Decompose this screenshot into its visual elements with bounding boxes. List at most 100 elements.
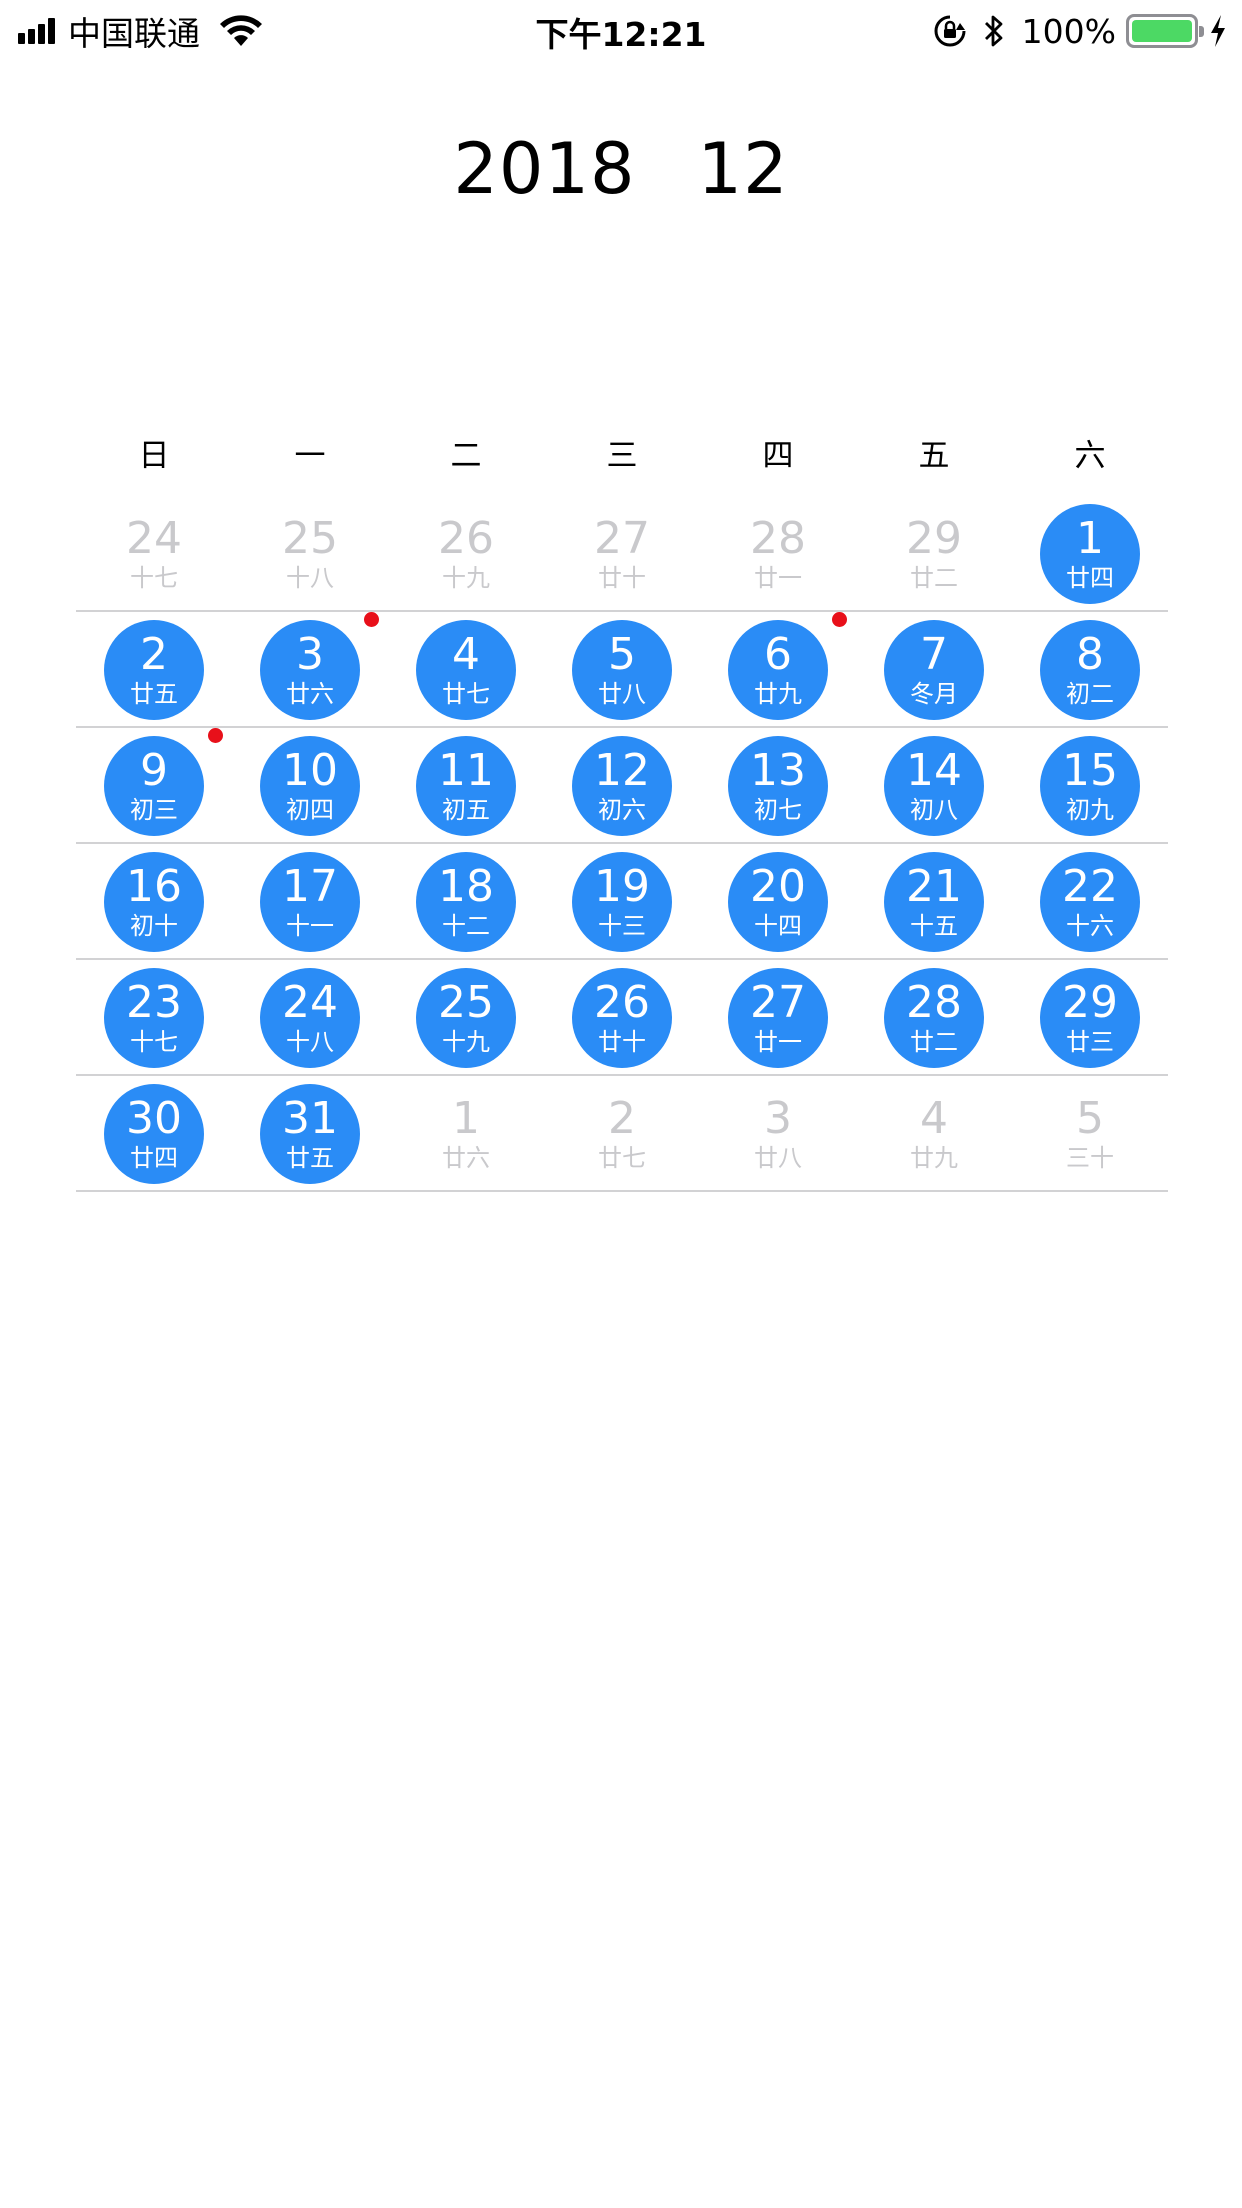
day-cell[interactable]: 3 廿六 — [232, 612, 388, 726]
lunar-date: 廿二 — [910, 564, 958, 592]
lunar-date: 廿五 — [130, 680, 178, 708]
day-cell[interactable]: 17 十一 — [232, 844, 388, 958]
day-cell[interactable]: 31 廿五 — [232, 1076, 388, 1190]
day-cell[interactable]: 4 廿七 — [388, 612, 544, 726]
day-number: 20 — [750, 861, 806, 912]
day-cell[interactable]: 12 初六 — [544, 728, 700, 842]
adjacent-month-day-cell[interactable]: 24 十七 — [76, 496, 232, 610]
lunar-date: 十八 — [286, 564, 334, 592]
lunar-date: 初四 — [286, 796, 334, 824]
status-bar: 中国联通 下午12:21 100% — [0, 0, 1242, 62]
adjacent-month-day-cell[interactable]: 1 廿六 — [388, 1076, 544, 1190]
day-number: 17 — [282, 861, 338, 912]
lunar-date: 初三 — [130, 796, 178, 824]
adjacent-month-day-cell[interactable]: 26 十九 — [388, 496, 544, 610]
day-content: 5 三十 — [1040, 1084, 1140, 1184]
day-cell[interactable]: 5 廿八 — [544, 612, 700, 726]
day-number: 13 — [750, 745, 806, 796]
lunar-date: 十四 — [754, 912, 802, 940]
day-cell[interactable]: 6 廿九 — [700, 612, 856, 726]
adjacent-month-day-cell[interactable]: 29 廿二 — [856, 496, 1012, 610]
day-content: 25 十八 — [260, 504, 360, 604]
lunar-date: 初二 — [1066, 680, 1114, 708]
lunar-date: 十六 — [1066, 912, 1114, 940]
day-circle: 10 初四 — [260, 736, 360, 836]
day-content: 24 十七 — [104, 504, 204, 604]
day-cell[interactable]: 11 初五 — [388, 728, 544, 842]
day-circle: 20 十四 — [728, 852, 828, 952]
adjacent-month-day-cell[interactable]: 3 廿八 — [700, 1076, 856, 1190]
lunar-date: 廿四 — [130, 1144, 178, 1172]
day-cell[interactable]: 10 初四 — [232, 728, 388, 842]
day-cell[interactable]: 23 十七 — [76, 960, 232, 1074]
day-circle: 8 初二 — [1040, 620, 1140, 720]
day-circle: 5 廿八 — [572, 620, 672, 720]
lunar-date: 三十 — [1066, 1144, 1114, 1172]
day-cell[interactable]: 1 廿四 — [1012, 496, 1168, 610]
day-number: 26 — [594, 977, 650, 1028]
day-number: 3 — [296, 629, 324, 680]
day-number: 19 — [594, 861, 650, 912]
bluetooth-icon — [984, 15, 1003, 47]
adjacent-month-day-cell[interactable]: 4 廿九 — [856, 1076, 1012, 1190]
lunar-date: 初五 — [442, 796, 490, 824]
lunar-date: 廿十 — [598, 564, 646, 592]
adjacent-month-day-cell[interactable]: 2 廿七 — [544, 1076, 700, 1190]
lunar-date: 十一 — [286, 912, 334, 940]
week-row: 24 十七 25 十八 26 十九 27 廿十 28 廿一 29 廿二 1 廿四 — [76, 496, 1168, 612]
day-cell[interactable]: 29 廿三 — [1012, 960, 1168, 1074]
day-cell[interactable]: 18 十二 — [388, 844, 544, 958]
battery-level-fill — [1132, 20, 1192, 42]
day-number: 21 — [906, 861, 962, 912]
day-circle: 16 初十 — [104, 852, 204, 952]
day-cell[interactable]: 26 廿十 — [544, 960, 700, 1074]
day-cell[interactable]: 7 冬月 — [856, 612, 1012, 726]
day-cell[interactable]: 22 十六 — [1012, 844, 1168, 958]
day-cell[interactable]: 19 十三 — [544, 844, 700, 958]
day-circle: 15 初九 — [1040, 736, 1140, 836]
day-cell[interactable]: 20 十四 — [700, 844, 856, 958]
adjacent-month-day-cell[interactable]: 27 廿十 — [544, 496, 700, 610]
day-cell[interactable]: 15 初九 — [1012, 728, 1168, 842]
day-cell[interactable]: 25 十九 — [388, 960, 544, 1074]
day-number: 5 — [608, 629, 636, 680]
day-cell[interactable]: 24 十八 — [232, 960, 388, 1074]
lunar-date: 廿八 — [754, 1144, 802, 1172]
day-cell[interactable]: 8 初二 — [1012, 612, 1168, 726]
lunar-date: 廿九 — [754, 680, 802, 708]
day-number: 29 — [1062, 977, 1118, 1028]
day-cell[interactable]: 9 初三 — [76, 728, 232, 842]
weekday-tue: 二 — [450, 438, 482, 474]
day-cell[interactable]: 16 初十 — [76, 844, 232, 958]
day-number: 24 — [126, 513, 182, 564]
day-cell[interactable]: 30 廿四 — [76, 1076, 232, 1190]
day-number: 27 — [750, 977, 806, 1028]
lunar-date: 十七 — [130, 1028, 178, 1056]
day-circle: 12 初六 — [572, 736, 672, 836]
adjacent-month-day-cell[interactable]: 5 三十 — [1012, 1076, 1168, 1190]
day-content: 4 廿九 — [884, 1084, 984, 1184]
day-cell[interactable]: 21 十五 — [856, 844, 1012, 958]
day-circle: 21 十五 — [884, 852, 984, 952]
lunar-date: 十九 — [442, 564, 490, 592]
lunar-date: 廿二 — [910, 1028, 958, 1056]
charging-icon — [1211, 15, 1225, 47]
day-cell[interactable]: 13 初七 — [700, 728, 856, 842]
lunar-date: 廿七 — [442, 680, 490, 708]
weekday-thu: 四 — [762, 438, 794, 474]
day-number: 16 — [126, 861, 182, 912]
adjacent-month-day-cell[interactable]: 25 十八 — [232, 496, 388, 610]
battery-percent: 100% — [1021, 11, 1116, 51]
day-circle: 3 廿六 — [260, 620, 360, 720]
lunar-date: 廿一 — [754, 1028, 802, 1056]
day-cell[interactable]: 27 廿一 — [700, 960, 856, 1074]
day-circle: 7 冬月 — [884, 620, 984, 720]
day-cell[interactable]: 2 廿五 — [76, 612, 232, 726]
day-cell[interactable]: 14 初八 — [856, 728, 1012, 842]
adjacent-month-day-cell[interactable]: 28 廿一 — [700, 496, 856, 610]
day-circle: 30 廿四 — [104, 1084, 204, 1184]
day-cell[interactable]: 28 廿二 — [856, 960, 1012, 1074]
day-number: 5 — [1076, 1093, 1104, 1144]
day-number: 28 — [906, 977, 962, 1028]
battery-icon — [1126, 14, 1204, 48]
